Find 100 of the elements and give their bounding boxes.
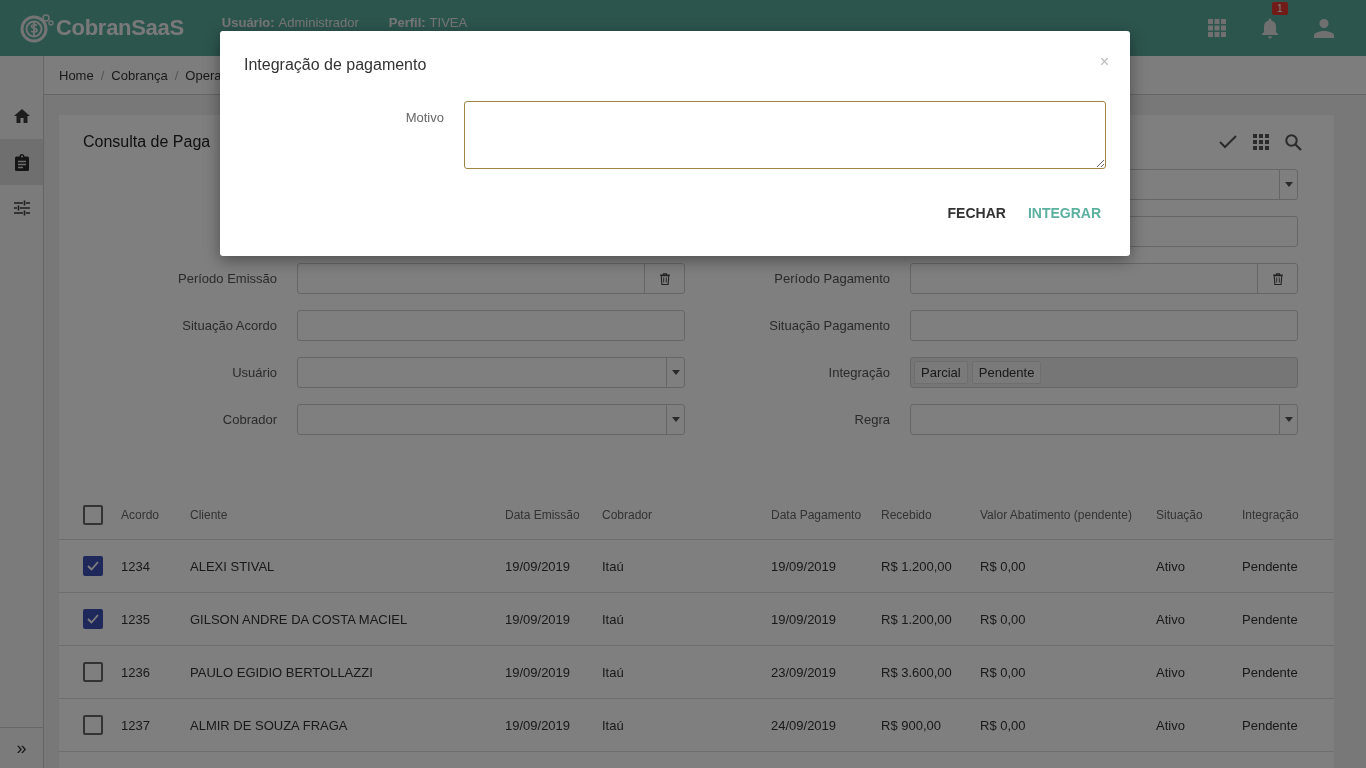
date-range-field[interactable] [297,263,685,294]
input-field[interactable] [910,310,1298,341]
caret-icon [671,417,680,422]
clipboard-icon [14,153,29,171]
home-icon [13,109,30,123]
reason-textarea[interactable] [464,101,1106,169]
field-label: Motivo [404,110,444,125]
notification-bell-icon[interactable] [1260,17,1280,39]
column-header[interactable]: Cliente [190,508,228,522]
column-header[interactable]: Acordo [121,508,160,522]
breadcrumb-link[interactable]: Opera [185,67,222,83]
integrate-button[interactable]: INTEGRAR [1022,197,1106,229]
sidebar-item[interactable] [0,139,43,185]
field-label: Usuário [232,365,277,380]
table-cell: Ativo [1156,717,1185,733]
tag-input-field[interactable]: Parcial Pendente [910,357,1298,388]
column-header[interactable]: Recebido [881,508,932,522]
table-cell: 23/09/2019 [771,664,837,680]
table-cell: Itaú [602,611,624,627]
table-cell: 1236 [121,664,150,680]
column-header[interactable]: Situação [1156,508,1203,522]
dialog-title: Integração de pagamento [244,56,427,74]
table-cell: 19/09/2019 [505,717,571,733]
table-cell: 19/09/2019 [505,558,571,574]
caret-icon [671,370,680,375]
user-label: Usuário: [221,14,275,30]
table-cell: R$ 1.200,00 [881,558,952,574]
filter-tag[interactable]: Parcial [914,361,968,384]
table-cell: 19/09/2019 [505,664,571,680]
table-cell: Itaú [602,664,624,680]
check-icon [87,561,99,571]
apps-grid-icon[interactable] [1208,19,1226,37]
profile-name: TIVEA [429,14,468,30]
table-cell: R$ 3.600,00 [881,664,952,680]
table-cell: 1235 [121,611,150,627]
table-cell: Itaú [602,558,624,574]
column-header[interactable]: Data Emissão [505,508,580,522]
close-dialog-button[interactable]: FECHAR [942,197,1011,229]
table-cell: R$ 0,00 [980,664,1026,680]
table-cell: 19/09/2019 [771,611,837,627]
breadcrumb-link[interactable]: Cobrança [111,67,168,83]
table-cell: Pendente [1242,717,1298,733]
date-range-field[interactable] [910,263,1298,294]
table-cell: R$ 1.200,00 [881,611,952,627]
table-cell: R$ 0,00 [980,611,1026,627]
trash-icon[interactable] [1272,272,1283,285]
field-label: Situação Acordo [182,318,277,333]
table-cell: Ativo [1156,611,1185,627]
notification-count: 1 [1272,2,1288,15]
table-cell: 1237 [121,717,150,733]
table-cell: 1234 [121,558,150,574]
column-header[interactable]: Valor Abatimento (pendente) [980,508,1132,522]
search-icon[interactable] [1285,133,1302,151]
grid-icon[interactable] [1253,134,1269,150]
table-cell: Pendente [1242,611,1298,627]
field-label: Período Emissão [178,271,277,286]
breadcrumb-separator: / [100,67,105,83]
table-cell: 19/09/2019 [771,558,837,574]
table-cell: PAULO EGIDIO BERTOLLAZZI [190,664,373,680]
breadcrumb-link[interactable]: Home [59,67,94,83]
column-header[interactable]: Cobrador [602,508,653,522]
select-field[interactable] [297,357,685,388]
select-all-checkbox[interactable] [83,505,103,525]
app-logo: CobranSaaS [56,15,184,41]
profile-label: Perfil: [388,14,426,30]
table-cell: R$ 0,00 [980,717,1026,733]
table-cell: GILSON ANDRE DA COSTA MACIEL [190,611,408,627]
user-name: Administrador [278,14,359,30]
field-label: Integração [828,365,890,380]
check-icon [87,614,99,624]
column-header[interactable]: Data Pagamento [771,508,862,522]
table-cell: Itaú [602,717,624,733]
table-cell: 24/09/2019 [771,717,837,733]
table-cell: R$ 0,00 [980,558,1026,574]
row-checkbox[interactable] [83,662,103,682]
column-header[interactable]: Integração [1242,508,1299,522]
field-label: Regra [854,412,890,427]
card-title: Consulta de Paga [83,133,211,151]
check-icon[interactable] [1219,135,1237,149]
filter-tag[interactable]: Pendente [971,361,1042,384]
select-field[interactable] [910,404,1298,435]
expand-sidebar-toggle[interactable]: » [16,737,27,759]
row-checkbox[interactable] [83,556,103,576]
user-avatar-icon[interactable] [1314,18,1334,38]
table-cell: R$ 900,00 [881,717,941,733]
field-label: Período Pagamento [774,271,890,286]
field-label: Cobrador [222,412,277,427]
trash-icon[interactable] [659,272,670,285]
table-cell: ALEXI STIVAL [190,558,275,574]
caret-icon [1284,182,1293,187]
input-field[interactable] [297,310,685,341]
row-checkbox[interactable] [83,715,103,735]
table-cell: Ativo [1156,664,1185,680]
table-cell: ALMIR DE SOUZA FRAGA [190,717,348,733]
close-button[interactable]: × [1099,53,1109,77]
row-checkbox[interactable] [83,609,103,629]
logo-icon [20,13,54,43]
select-field[interactable] [297,404,685,435]
breadcrumb-separator: / [174,67,179,83]
field-label: Situação Pagamento [769,318,890,333]
